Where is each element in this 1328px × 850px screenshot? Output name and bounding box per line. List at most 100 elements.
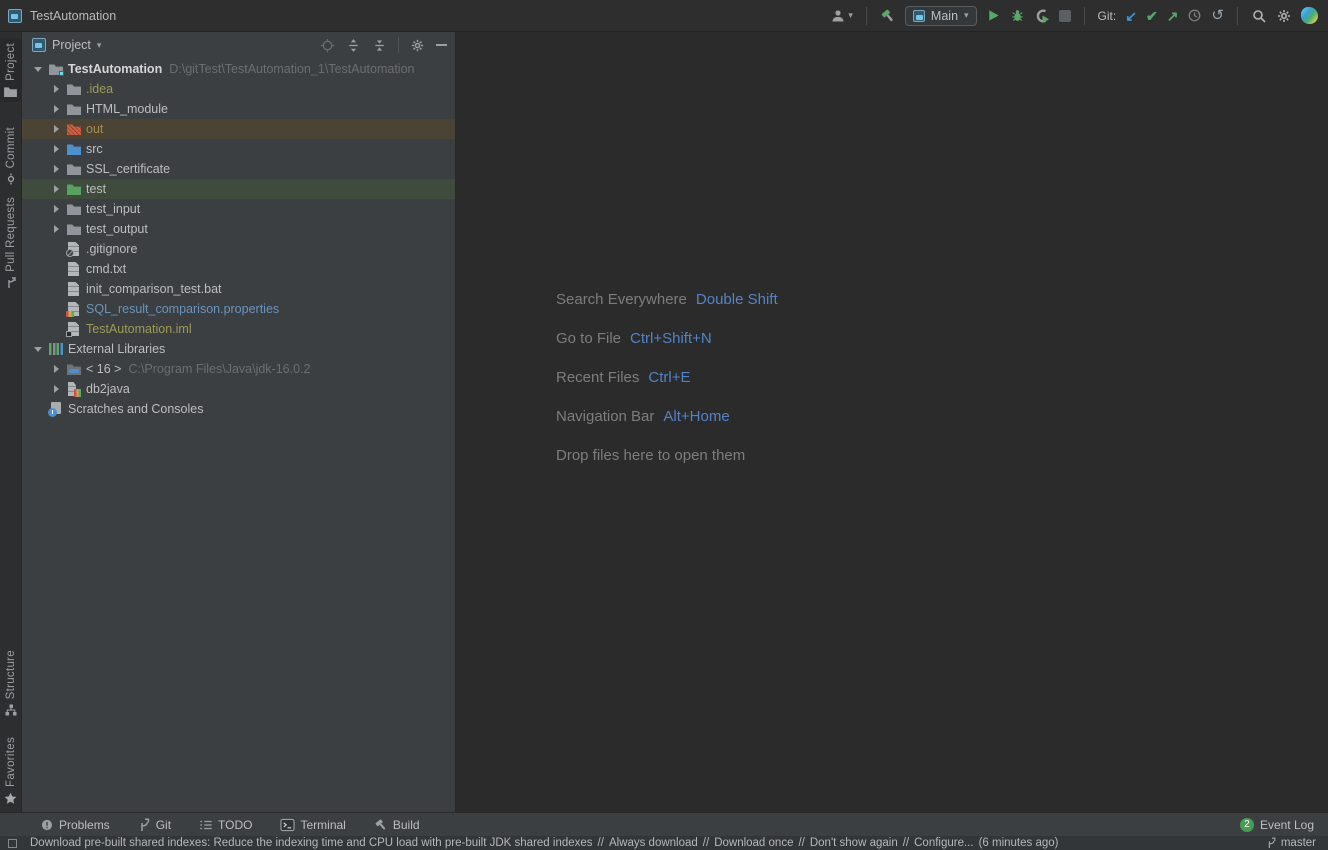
tree-item-jdk-16[interactable]: < 16 > C:\Program Files\Java\jdk-16.0.2 <box>22 359 455 379</box>
rollback-button[interactable]: ↺ <box>1211 8 1224 24</box>
chevron-right-icon[interactable] <box>48 381 64 397</box>
chevron-spacer <box>48 321 64 337</box>
chevron-right-icon[interactable] <box>48 201 64 217</box>
build-project-button[interactable] <box>880 8 896 24</box>
background-task-icon[interactable] <box>8 839 17 848</box>
chevron-right-icon[interactable] <box>48 121 64 137</box>
chevron-right-icon[interactable] <box>48 221 64 237</box>
git-branch-icon <box>1266 837 1277 849</box>
text-file-icon <box>66 261 82 277</box>
project-panel-actions <box>320 37 447 53</box>
shortcut-label: Recent Files <box>556 367 639 388</box>
tab-problems[interactable]: Problems <box>40 818 110 832</box>
chevron-down-icon[interactable] <box>30 341 46 357</box>
tree-item-test-input[interactable]: test_input <box>22 199 455 219</box>
tab-terminal[interactable]: Terminal <box>280 818 345 832</box>
tree-item-external-libraries[interactable]: External Libraries <box>22 339 455 359</box>
run-configuration-select[interactable]: Main ▾ <box>905 6 977 26</box>
tree-item-scratches[interactable]: Scratches and Consoles <box>22 399 455 419</box>
toolwindow-tab-favorites[interactable]: Favorites <box>0 732 21 810</box>
project-panel-header: Project ▾ <box>22 32 455 58</box>
status-link-configure[interactable]: Configure... <box>914 837 973 849</box>
toolwindow-tab-structure[interactable]: Structure <box>0 645 21 721</box>
chevron-right-icon[interactable] <box>48 141 64 157</box>
toolwindow-tab-commit[interactable]: Commit <box>0 122 21 190</box>
git-history-button[interactable] <box>1187 8 1202 23</box>
module-file-icon <box>66 321 82 337</box>
locate-file-icon[interactable] <box>320 38 335 53</box>
tree-item-sql-result-comparison[interactable]: SQL_result_comparison.properties <box>22 299 455 319</box>
excluded-folder-icon <box>66 121 82 137</box>
tree-item-init-comparison-test[interactable]: init_comparison_test.bat <box>22 279 455 299</box>
project-tree: TestAutomation D:\gitTest\TestAutomation… <box>22 59 455 812</box>
status-separator: // <box>703 837 709 849</box>
tree-item-cmd-txt[interactable]: cmd.txt <box>22 259 455 279</box>
tree-item-testautomation-iml[interactable]: TestAutomation.iml <box>22 319 455 339</box>
settings-button[interactable] <box>1276 8 1292 24</box>
text-file-icon <box>66 281 82 297</box>
commit-check-icon: ✔ <box>1146 8 1158 24</box>
git-update-button[interactable]: ↙ <box>1125 8 1137 24</box>
tree-item-idea[interactable]: .idea <box>22 79 455 99</box>
tab-git[interactable]: Git <box>138 818 171 832</box>
user-account-button[interactable]: ▾ <box>830 8 853 24</box>
git-commit-button[interactable]: ✔ <box>1146 8 1158 24</box>
status-bar: Download pre-built shared indexes: Reduc… <box>0 836 1328 850</box>
chevron-right-icon[interactable] <box>48 181 64 197</box>
status-link-dont-show-again[interactable]: Don't show again <box>810 837 898 849</box>
gear-icon <box>1276 8 1292 24</box>
run-config-name: Main <box>931 9 958 23</box>
status-link-download-once[interactable]: Download once <box>714 837 793 849</box>
chevron-down-icon[interactable] <box>30 61 46 77</box>
tree-item-ssl-certificate[interactable]: SSL_certificate <box>22 159 455 179</box>
expand-all-icon[interactable] <box>346 38 361 53</box>
shortcut-line: Go to File Ctrl+Shift+N <box>556 328 778 349</box>
commit-icon <box>5 173 17 185</box>
shortcut-label: Navigation Bar <box>556 406 654 427</box>
hide-panel-icon[interactable] <box>436 44 447 46</box>
toolwindow-tab-project[interactable]: Project <box>0 38 21 102</box>
status-separator: // <box>903 837 909 849</box>
shortcut-keys: Ctrl+Shift+N <box>630 328 712 349</box>
collapse-all-icon[interactable] <box>372 38 387 53</box>
chevron-right-icon[interactable] <box>48 361 64 377</box>
tab-build[interactable]: Build <box>374 818 420 832</box>
libraries-icon <box>48 341 64 357</box>
chevron-down-icon: ▾ <box>964 10 969 21</box>
pull-requests-tab-label: Pull Requests <box>5 197 17 272</box>
bottom-tabs: Problems Git TODO <box>40 818 420 832</box>
tree-item-out[interactable]: out <box>22 119 455 139</box>
chevron-right-icon[interactable] <box>48 81 64 97</box>
tree-item-test-output[interactable]: test_output <box>22 219 455 239</box>
git-branch-widget[interactable]: master <box>1266 837 1316 849</box>
search-everywhere-button[interactable] <box>1251 8 1267 24</box>
debug-button[interactable] <box>1010 8 1025 23</box>
user-icon <box>830 8 846 24</box>
status-link-always-download[interactable]: Always download <box>609 837 698 849</box>
terminal-icon <box>280 818 295 832</box>
run-button[interactable] <box>986 8 1001 23</box>
chevron-right-icon[interactable] <box>48 161 64 177</box>
tree-item-db2java[interactable]: db2java <box>22 379 455 399</box>
project-app-icon <box>8 9 22 23</box>
shortcut-line: Search Everywhere Double Shift <box>556 289 778 310</box>
chevron-down-icon[interactable]: ▾ <box>97 40 102 51</box>
tab-todo[interactable]: TODO <box>199 818 252 832</box>
chevron-spacer <box>48 261 64 277</box>
project-view-title[interactable]: Project <box>52 38 91 52</box>
shortcut-label: Search Everywhere <box>556 289 687 310</box>
avatar[interactable] <box>1301 7 1318 24</box>
tree-item-test[interactable]: test <box>22 179 455 199</box>
run-with-coverage-button[interactable] <box>1034 8 1050 24</box>
event-log-button[interactable]: 2 Event Log <box>1240 818 1314 832</box>
toolwindow-tab-pull-requests[interactable]: Pull Requests <box>0 192 21 294</box>
tree-item-root[interactable]: TestAutomation D:\gitTest\TestAutomation… <box>22 59 455 79</box>
tree-item-src[interactable]: src <box>22 139 455 159</box>
run-config-icon <box>913 10 925 22</box>
stop-button[interactable] <box>1059 10 1071 22</box>
chevron-right-icon[interactable] <box>48 101 64 117</box>
gear-icon[interactable] <box>410 38 425 53</box>
tree-item-gitignore[interactable]: .gitignore <box>22 239 455 259</box>
tree-item-html-module[interactable]: HTML_module <box>22 99 455 119</box>
git-push-button[interactable]: ↗ <box>1167 8 1179 24</box>
